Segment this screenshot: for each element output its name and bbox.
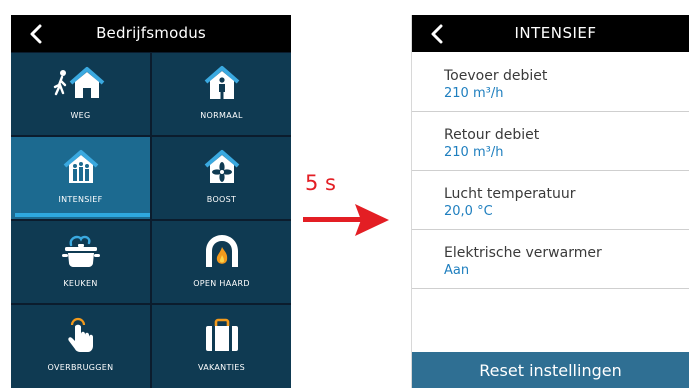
mode-tile-intensief[interactable]: INTENSIEF xyxy=(11,137,150,219)
setting-value: 20,0 °C xyxy=(444,204,493,219)
header-bar: Bedrijfsmodus xyxy=(11,15,291,52)
page-title: Bedrijfsmodus xyxy=(96,24,206,42)
mode-tile-vakanties[interactable]: VAKANTIES xyxy=(152,305,291,388)
setting-row-electric-heater[interactable]: Elektrische verwarmer Aan xyxy=(412,230,689,289)
mode-label: BOOST xyxy=(206,195,237,204)
mode-label: OPEN HAARD xyxy=(193,279,250,288)
setting-label: Retour debiet xyxy=(444,127,540,143)
reset-settings-button[interactable]: Reset instellingen xyxy=(412,352,689,388)
mode-tile-open-haard[interactable]: OPEN HAARD xyxy=(152,221,291,303)
fireplace-icon xyxy=(152,233,291,269)
page-title: INTENSIEF xyxy=(514,24,597,42)
mode-grid: WEG NORMAAL INTENSIEF BOOST KEUKEN OPEN … xyxy=(11,53,291,388)
setting-value: Aan xyxy=(444,263,470,278)
mode-label: KEUKEN xyxy=(63,279,98,288)
mode-tile-boost[interactable]: BOOST xyxy=(152,137,291,219)
mode-label: VAKANTIES xyxy=(197,363,246,372)
timer-label: 5 s xyxy=(305,171,336,195)
cooking-pot-icon xyxy=(11,233,150,269)
person-house-icon xyxy=(152,65,291,101)
setting-row-return-flow[interactable]: Retour debiet 210 m³/h xyxy=(412,112,689,171)
walking-person-house-icon xyxy=(11,65,150,101)
mode-label: NORMAAL xyxy=(200,111,243,120)
mode-label: OVERBRUGGEN xyxy=(47,363,114,372)
mode-label: INTENSIEF xyxy=(58,195,103,204)
arrow-right-icon xyxy=(303,204,389,236)
mode-label: WEG xyxy=(70,111,91,120)
setting-row-supply-flow[interactable]: Toevoer debiet 210 m³/h xyxy=(412,53,689,112)
intensive-settings-screen: INTENSIEF Toevoer debiet 210 m³/h Retour… xyxy=(411,15,689,388)
setting-label: Lucht temperatuur xyxy=(444,186,576,202)
setting-label: Toevoer debiet xyxy=(444,68,548,84)
mode-tile-weg[interactable]: WEG xyxy=(11,53,150,135)
setting-value: 210 m³/h xyxy=(444,86,504,101)
family-house-icon xyxy=(11,149,150,185)
setting-value: 210 m³/h xyxy=(444,145,504,160)
mode-tile-normaal[interactable]: NORMAAL xyxy=(152,53,291,135)
suitcase-icon xyxy=(152,317,291,353)
active-indicator xyxy=(15,213,150,217)
finger-tap-icon xyxy=(11,317,150,353)
header-bar: INTENSIEF xyxy=(412,15,689,52)
operating-mode-screen: Bedrijfsmodus WEG NORMAAL INTENSIEF BOOS… xyxy=(11,15,291,388)
fan-house-icon xyxy=(152,149,291,185)
setting-label: Elektrische verwarmer xyxy=(444,245,602,261)
setting-row-air-temperature[interactable]: Lucht temperatuur 20,0 °C xyxy=(412,171,689,230)
mode-tile-keuken[interactable]: KEUKEN xyxy=(11,221,150,303)
mode-tile-overbruggen[interactable]: OVERBRUGGEN xyxy=(11,305,150,388)
